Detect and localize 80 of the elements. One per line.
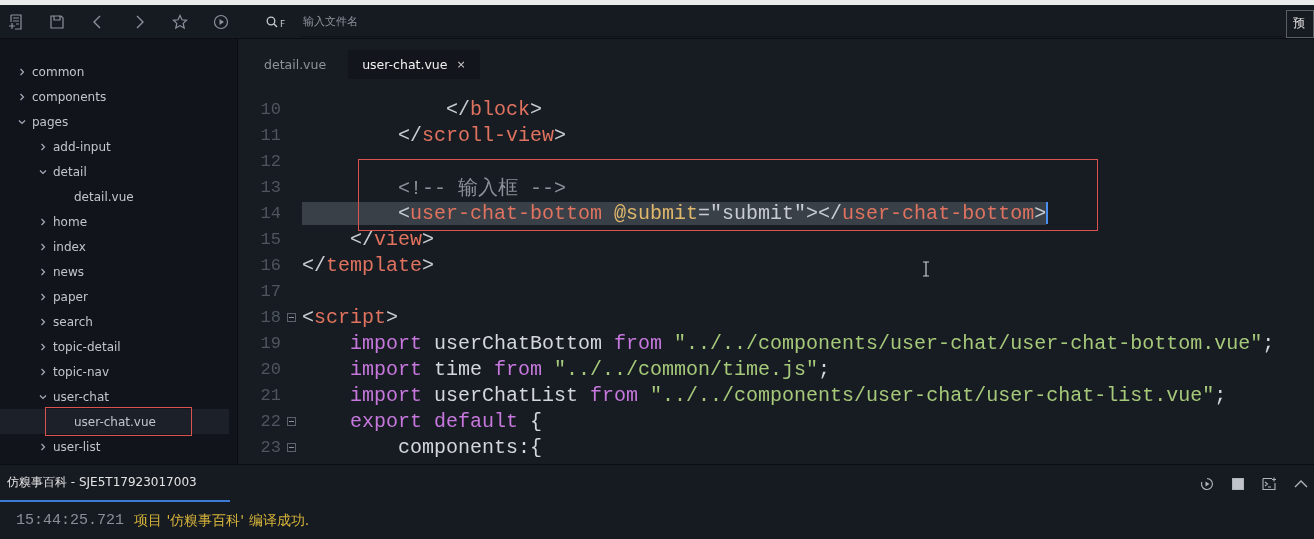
folder-name: paper: [53, 289, 88, 304]
folder-name: news: [53, 264, 85, 279]
file-name: user-chat.vue: [74, 414, 156, 429]
tree-item[interactable]: common: [0, 59, 229, 84]
tree-item[interactable]: news: [0, 259, 229, 284]
folder-name: detail: [53, 164, 87, 179]
tree-item[interactable]: add-input: [0, 134, 229, 159]
line-number: 22: [259, 411, 281, 431]
tree-item[interactable]: user-chat.vue: [0, 409, 229, 434]
tree-item[interactable]: search: [0, 309, 229, 334]
line-number: 16: [259, 255, 281, 275]
folder-name: index: [53, 239, 86, 254]
search-shortcut: F: [280, 19, 286, 29]
line-number: 19: [259, 333, 281, 353]
tree-item[interactable]: user-list: [0, 434, 229, 459]
code-line: <!-- 输入框 -->: [397, 175, 567, 201]
collapse-icon[interactable]: [287, 442, 296, 452]
tree-item[interactable]: components: [0, 84, 229, 109]
folder-name: topic-detail: [53, 339, 121, 354]
search-field[interactable]: 输入文件名: [301, 6, 1282, 37]
file-name: detail.vue: [74, 189, 134, 204]
terminal-icon[interactable]: [1262, 476, 1277, 491]
line-number: 18: [259, 307, 281, 327]
line-number: 21: [259, 385, 281, 405]
preview-button[interactable]: 预: [1286, 9, 1314, 38]
line-number: 11: [259, 125, 281, 145]
line-number: 13: [259, 177, 281, 197]
folder-name: add-input: [53, 139, 111, 154]
editor-tab[interactable]: user-chat.vue ×: [348, 49, 480, 79]
code-line: <user-chat-bottom @submit="submit"></user-chat-bottom>: [302, 201, 1049, 225]
code-line: import userChatList from "../../components/user-chat/user-chat-list.vue";: [349, 383, 1227, 407]
code-line: </scroll-view>: [397, 123, 567, 147]
folder-name: search: [53, 314, 93, 329]
code-line: <script>: [302, 305, 399, 329]
code-line: </template>: [302, 253, 435, 277]
line-number: 10: [259, 99, 281, 119]
line-number: 17: [259, 281, 281, 301]
play-icon[interactable]: [213, 13, 229, 30]
log-message: 项目 '仿糗事百科' 编译成功.: [134, 512, 310, 530]
collapse-icon[interactable]: [287, 416, 296, 426]
tree-item[interactable]: topic-detail: [0, 334, 229, 359]
tree-item[interactable]: index: [0, 234, 229, 259]
tree-item[interactable]: detail.vue: [0, 184, 229, 209]
tree-item[interactable]: user-chat: [0, 384, 229, 409]
folder-name: home: [53, 214, 88, 229]
folder-name: components: [32, 89, 107, 104]
code-line: import time from "../../common/time.js";: [349, 357, 831, 381]
new-file-icon[interactable]: [8, 13, 24, 30]
folder-name: user-chat: [53, 389, 109, 404]
restart-icon[interactable]: [1200, 476, 1214, 491]
tree-item[interactable]: home: [0, 209, 229, 234]
line-number: 14: [259, 203, 281, 223]
code-line: </block>: [445, 97, 543, 121]
code-line: components:{: [397, 435, 543, 459]
line-number: 20: [259, 359, 281, 379]
save-icon[interactable]: [49, 13, 65, 30]
tree-item[interactable]: detail: [0, 159, 229, 184]
editor-tab[interactable]: detail.vue: [250, 49, 341, 79]
folder-name: topic-nav: [53, 364, 109, 379]
log-timestamp: 15:44:25.721: [16, 512, 125, 530]
star-icon[interactable]: [172, 13, 188, 30]
code-line: </view>: [349, 227, 435, 251]
text-cursor-icon: [922, 261, 930, 277]
code-line: import userChatBottom from "../../components/user-chat/user-chat-bottom.vue";: [349, 331, 1275, 355]
tree-item[interactable]: topic-nav: [0, 359, 229, 384]
folder-name: pages: [32, 114, 69, 129]
code-line: export default {: [349, 409, 543, 433]
folder-name: common: [32, 64, 85, 79]
line-number: 12: [259, 151, 281, 171]
line-number: 23: [259, 437, 281, 457]
search-icon: [266, 15, 278, 28]
collapse-icon[interactable]: [287, 312, 296, 322]
console-tab[interactable]: 仿糗事百科 - SJE5T17923017003: [0, 465, 230, 502]
caret-up-icon[interactable]: [1294, 478, 1308, 489]
close-icon[interactable]: ×: [456, 57, 466, 71]
line-number: 15: [259, 229, 281, 249]
tree-item[interactable]: pages: [0, 109, 229, 134]
tree-item[interactable]: paper: [0, 284, 229, 309]
folder-name: user-list: [53, 439, 101, 454]
stop-icon[interactable]: [1231, 476, 1245, 491]
